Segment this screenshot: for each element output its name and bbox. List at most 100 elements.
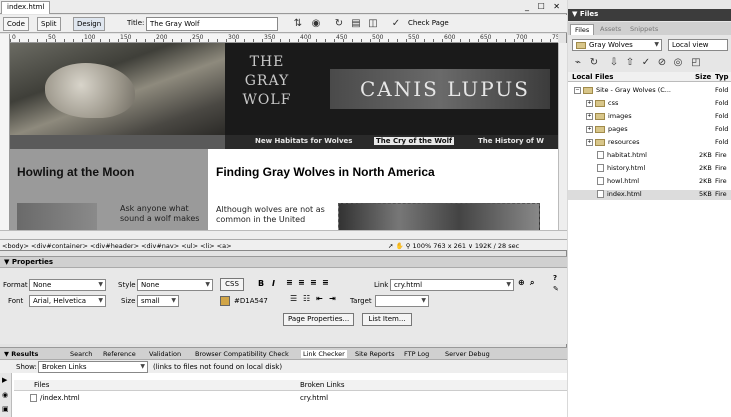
check-out-icon[interactable]: ✓	[640, 57, 652, 69]
outdent-icon[interactable]: ⇤	[316, 294, 323, 303]
check-in-icon[interactable]: ⊘	[656, 57, 668, 69]
main-image	[338, 203, 540, 230]
site-select[interactable]: Gray Wolves ▼	[572, 39, 662, 51]
document-tab[interactable]: index.html	[1, 1, 51, 14]
list-item[interactable]: habitat.html 2KB Fire	[568, 151, 731, 161]
window-size[interactable]: 763 x 261 ∨ 192K / 28 sec	[433, 242, 519, 250]
tab-site-reports[interactable]: Site Reports	[355, 350, 394, 358]
view-options-icon[interactable]: ▤	[350, 18, 362, 30]
tab-search[interactable]: Search	[70, 350, 92, 358]
window-controls[interactable]: _ ☐ ✕	[525, 2, 563, 11]
save-report-icon[interactable]: ▣	[2, 405, 9, 413]
page-properties-button[interactable]: Page Properties...	[283, 313, 354, 326]
ordered-list-icon[interactable]: ☷	[303, 294, 310, 303]
col-type[interactable]: Typ	[715, 73, 729, 81]
list-item[interactable]: + pages Fold	[568, 125, 731, 135]
style-select[interactable]: None ▼	[137, 279, 213, 291]
tab-files[interactable]: Files	[570, 24, 595, 35]
color-value[interactable]: #D1A547	[234, 297, 268, 305]
col-local-files[interactable]: Local Files	[572, 73, 613, 81]
file-management-icon[interactable]: ⇅	[292, 18, 304, 30]
view-select[interactable]: Local view	[668, 39, 728, 51]
quick-tag-icon[interactable]: ✎	[553, 285, 559, 293]
list-item[interactable]: howl.html 2KB Fire	[568, 177, 731, 187]
code-view-button[interactable]: Code	[3, 17, 29, 31]
put-files-icon[interactable]: ⇧	[624, 57, 636, 69]
list-item[interactable]: + css Fold	[568, 99, 731, 109]
nav-link-habitats[interactable]: New Habitats for Wolves	[255, 137, 352, 145]
bold-button[interactable]: B	[258, 279, 264, 288]
list-item[interactable]: + resources Fold	[568, 138, 731, 148]
tab-ftp-log[interactable]: FTP Log	[404, 350, 429, 358]
align-center-icon[interactable]: ≡	[298, 278, 305, 287]
table-row[interactable]: /index.html cry.html	[14, 393, 567, 404]
tab-validation[interactable]: Validation	[149, 350, 181, 358]
target-select[interactable]: ▼	[375, 295, 429, 307]
properties-header[interactable]: ▼ Properties	[0, 257, 567, 268]
css-button[interactable]: CSS	[220, 278, 244, 291]
list-item-button[interactable]: List Item...	[362, 313, 412, 326]
validate-icon[interactable]: ✓	[390, 18, 402, 30]
tab-browser-compatibility[interactable]: Browser Compatibility Check	[195, 350, 289, 358]
stop-icon[interactable]: ◉	[2, 391, 8, 399]
color-swatch[interactable]	[220, 296, 230, 306]
refresh-icon[interactable]: ↻	[588, 57, 600, 69]
nav-link-history[interactable]: The History of W	[478, 137, 544, 145]
tag-selector[interactable]: <body> <div#container> <div#header> <div…	[2, 242, 232, 250]
tab-assets[interactable]: Assets	[596, 24, 625, 34]
tab-link-checker[interactable]: Link Checker	[301, 350, 347, 358]
font-select[interactable]: Arial, Helvetica ▼	[29, 295, 106, 307]
unordered-list-icon[interactable]: ☰	[290, 294, 297, 303]
align-justify-icon[interactable]: ≡	[322, 278, 329, 287]
sync-icon[interactable]: ◎	[672, 57, 684, 69]
tab-server-debug[interactable]: Server Debug	[445, 350, 490, 358]
get-files-icon[interactable]: ⇩	[608, 57, 620, 69]
horizontal-scrollbar[interactable]	[0, 230, 567, 239]
show-select[interactable]: Broken Links ▼	[38, 361, 148, 373]
link-input[interactable]: cry.html ▼	[390, 279, 514, 291]
format-select[interactable]: None ▼	[29, 279, 106, 291]
indent-icon[interactable]: ⇥	[329, 294, 336, 303]
browse-folder-icon[interactable]: ⌕	[530, 278, 534, 288]
expand-icon[interactable]: ◰	[690, 57, 702, 69]
check-page-button[interactable]: Check Page	[405, 17, 452, 31]
connect-icon[interactable]: ⌁	[572, 57, 584, 69]
run-icon[interactable]: ▶	[2, 376, 7, 384]
files-header[interactable]: ▼ Files	[568, 9, 731, 21]
refresh-icon[interactable]: ↻	[333, 18, 345, 30]
size-select[interactable]: small ▼	[137, 295, 179, 307]
vertical-scrollbar[interactable]	[558, 43, 567, 230]
visual-aids-icon[interactable]: ◫	[367, 18, 379, 30]
expand-icon[interactable]: +	[586, 125, 593, 133]
title-input[interactable]: The Gray Wolf	[146, 17, 278, 31]
split-view-button[interactable]: Split	[37, 17, 61, 31]
col-files[interactable]: Files	[34, 381, 49, 389]
collapse-icon[interactable]: −	[574, 86, 581, 94]
list-item[interactable]: index.html 5KB Fire	[568, 190, 731, 200]
zoom-level[interactable]: 100%	[413, 242, 432, 250]
expand-icon[interactable]: +	[586, 112, 593, 120]
list-item[interactable]: + images Fold	[568, 112, 731, 122]
col-broken-links[interactable]: Broken Links	[300, 381, 345, 389]
nav-link-cry[interactable]: The Cry of the Wolf	[374, 137, 455, 145]
list-item[interactable]: history.html 2KB Fire	[568, 164, 731, 174]
design-view-button[interactable]: Design	[73, 17, 106, 31]
point-to-file-icon[interactable]: ⊕	[518, 278, 525, 287]
italic-button[interactable]: I	[272, 279, 275, 288]
hand-tool-icon[interactable]: ✋	[396, 242, 404, 250]
align-left-icon[interactable]: ≡	[286, 278, 293, 287]
select-tool-icon[interactable]: ➚	[388, 242, 393, 250]
expand-icon[interactable]: +	[586, 99, 593, 107]
tab-snippets[interactable]: Snippets	[626, 24, 662, 34]
expand-icon[interactable]: +	[586, 138, 593, 146]
tab-reference[interactable]: Reference	[103, 350, 136, 358]
align-right-icon[interactable]: ≡	[310, 278, 317, 287]
col-size[interactable]: Size	[695, 73, 711, 81]
preview-browser-icon[interactable]: ◉	[310, 18, 322, 30]
zoom-tool-icon[interactable]: ⚲	[406, 242, 411, 250]
help-icon[interactable]: ?	[553, 274, 557, 282]
row-broken-link[interactable]: cry.html	[300, 394, 328, 402]
list-item[interactable]: − Site - Gray Wolves (C... Fold	[568, 86, 731, 96]
design-canvas[interactable]: THE GRAY WOLF CANIS LUPUS New Habitats f…	[10, 43, 558, 230]
results-header[interactable]: ▼ Results	[4, 350, 38, 358]
